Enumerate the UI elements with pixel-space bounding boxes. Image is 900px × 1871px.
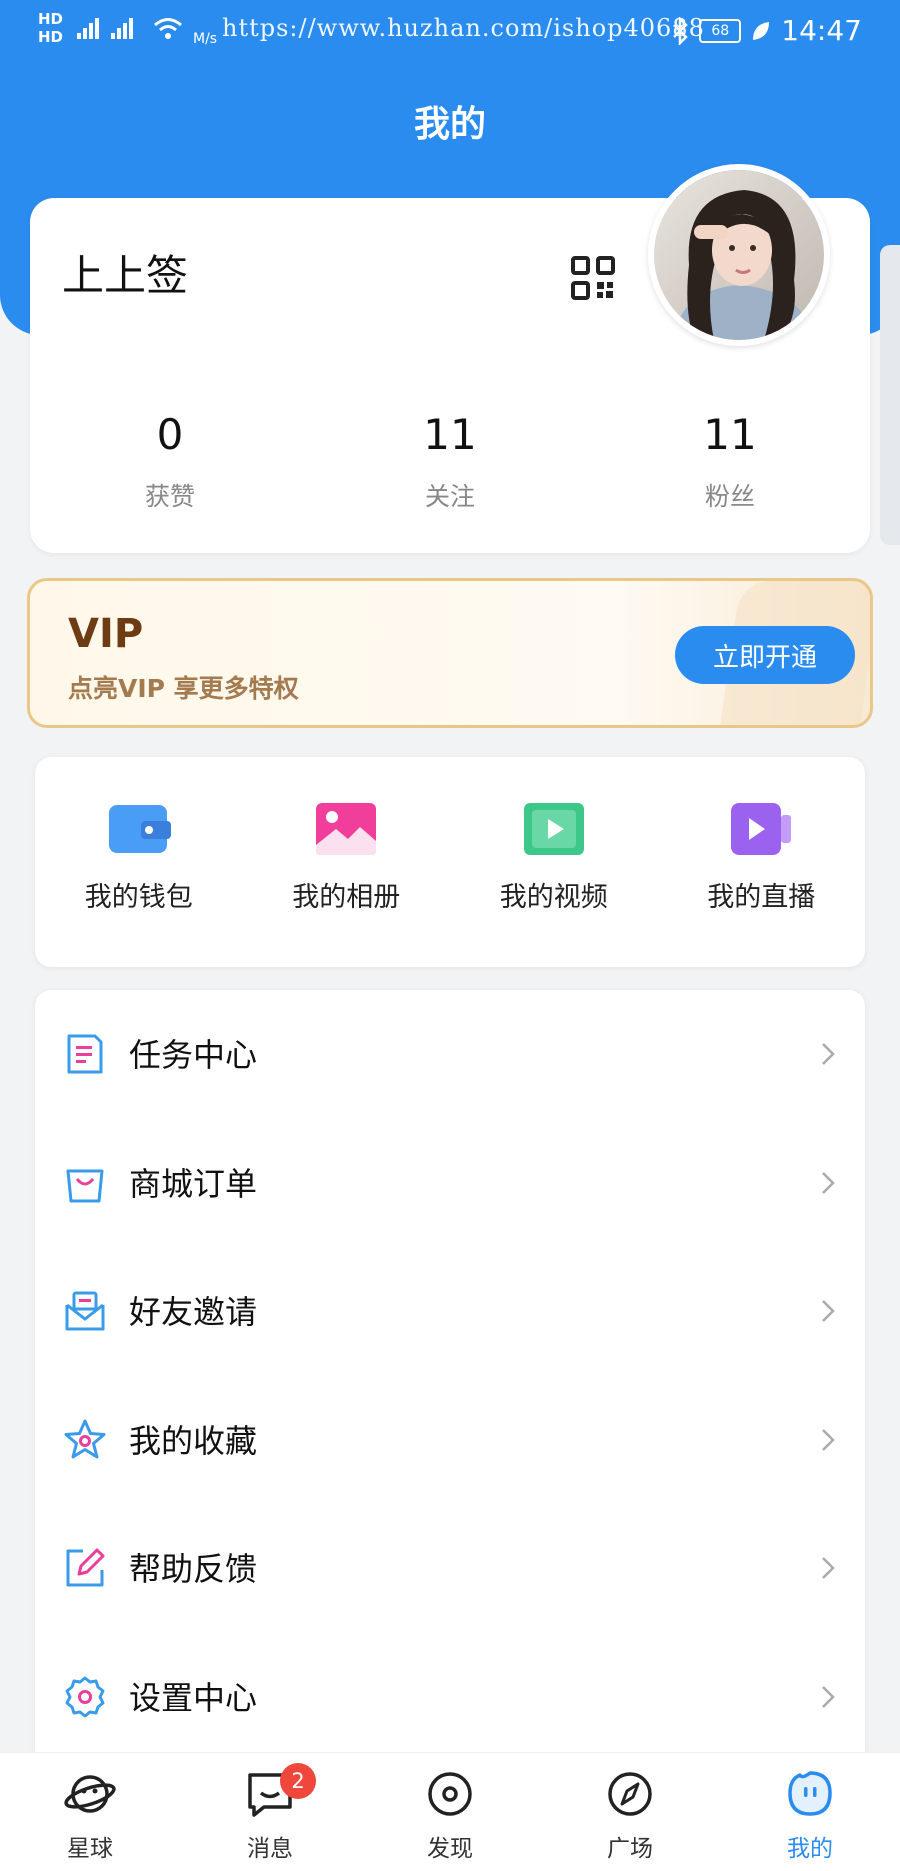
hd-indicator: HD HD (38, 10, 63, 46)
username[interactable]: 上上签 (62, 242, 188, 303)
edit-icon (66, 1548, 105, 1587)
gear-icon (65, 1676, 105, 1717)
menu-item-help-feedback[interactable]: 帮助反馈 (35, 1504, 865, 1633)
signal-icon (77, 18, 134, 39)
stat-likes[interactable]: 0 获赞 (30, 410, 310, 513)
vip-title: VIP (68, 611, 144, 657)
status-bar: HD HD M/s https://www.huzhan.com/ishop40… (0, 0, 900, 70)
status-right: 68 14:47 (671, 14, 862, 47)
wallet-icon (108, 805, 171, 853)
stat-value: 11 (703, 410, 757, 459)
stat-label: 获赞 (144, 482, 195, 511)
album-icon (316, 803, 377, 855)
quick-action-live[interactable]: 我的直播 (658, 757, 866, 967)
quick-actions: 我的钱包 我的相册 我的视频 我的直播 (35, 757, 865, 967)
menu-item-shop-orders[interactable]: 商城订单 (35, 1119, 865, 1248)
tab-label: 消息 (247, 1836, 293, 1862)
hd-bottom: HD (38, 28, 64, 46)
star-icon (64, 1419, 106, 1458)
tab-label: 我的 (787, 1836, 833, 1862)
battery-icon: 68 (699, 18, 742, 43)
bluetooth-icon (673, 16, 689, 45)
clock: 14:47 (781, 14, 862, 47)
stat-following[interactable]: 11 关注 (310, 410, 590, 513)
quick-action-video[interactable]: 我的视频 (450, 757, 658, 967)
tab-planet[interactable]: 星球 (0, 1753, 180, 1871)
side-panel-edge (880, 245, 900, 545)
live-icon (731, 803, 792, 855)
planet-icon (64, 1775, 116, 1813)
video-icon (523, 803, 584, 855)
status-left: HD HD M/s (38, 10, 217, 46)
tab-discover[interactable]: 发现 (360, 1753, 540, 1871)
chevron-right-icon (822, 1428, 835, 1451)
chevron-right-icon (822, 1171, 835, 1194)
chevron-right-icon (822, 1685, 835, 1708)
network-speed: M/s (193, 31, 218, 47)
profile-icon (788, 1771, 832, 1816)
menu-label: 帮助反馈 (129, 1550, 258, 1588)
quick-action-label: 我的直播 (707, 882, 816, 913)
page-title: 我的 (413, 104, 486, 145)
chevron-right-icon (822, 1300, 835, 1322)
chevron-right-icon (822, 1043, 835, 1065)
leaf-icon (753, 21, 770, 40)
menu-label: 任务中心 (129, 1036, 258, 1074)
chevron-right-icon (822, 1557, 835, 1579)
shopping-bag-icon (66, 1169, 104, 1202)
menu-label: 好友邀请 (129, 1293, 258, 1331)
quick-action-label: 我的视频 (499, 882, 608, 913)
menu-label: 设置中心 (129, 1678, 258, 1717)
menu-item-task-center[interactable]: 任务中心 (35, 990, 865, 1119)
stat-label: 关注 (424, 482, 475, 511)
stat-value: 11 (423, 410, 477, 459)
menu-list: 任务中心 商城订单 好友邀请 我的收藏 帮助反馈 设置中心 (35, 990, 865, 1765)
quick-action-label: 我的相册 (292, 882, 401, 913)
bottom-tab-bar: 星球 2 消息 发现 广场 我的 (0, 1752, 900, 1871)
quick-action-wallet[interactable]: 我的钱包 (35, 757, 243, 967)
profile-stats: 0 获赞 11 关注 11 粉丝 (30, 410, 870, 513)
tab-square[interactable]: 广场 (540, 1753, 720, 1871)
quick-action-label: 我的钱包 (84, 882, 193, 913)
vip-subtitle: 点亮VIP 享更多特权 (68, 674, 299, 703)
quick-action-album[interactable]: 我的相册 (243, 757, 451, 967)
message-badge: 2 (280, 1763, 316, 1799)
menu-label: 商城订单 (129, 1164, 258, 1203)
stat-followers[interactable]: 11 粉丝 (590, 410, 870, 513)
tab-label: 广场 (607, 1836, 653, 1862)
hd-top: HD (38, 10, 64, 28)
menu-item-favorites[interactable]: 我的收藏 (35, 1376, 865, 1505)
menu-label: 我的收藏 (129, 1421, 258, 1460)
tab-label: 星球 (67, 1836, 113, 1862)
avatar-photo (654, 170, 824, 340)
tab-label: 发现 (427, 1836, 473, 1862)
qr-code-icon[interactable] (571, 256, 615, 300)
tab-messages[interactable]: 2 消息 (180, 1753, 360, 1871)
discover-icon (428, 1772, 472, 1816)
watermark-url: https://www.huzhan.com/ishop40688 (222, 14, 705, 42)
profile-card: 上上签 0 获赞 11 关注 11 粉丝 (30, 164, 870, 553)
vip-activate-button[interactable]: 立即开通 (675, 626, 855, 684)
stat-label: 粉丝 (704, 482, 755, 511)
menu-item-friend-invite[interactable]: 好友邀请 (35, 1247, 865, 1376)
menu-item-settings[interactable]: 设置中心 (35, 1633, 865, 1762)
task-icon (67, 1034, 103, 1074)
invite-mail-icon (65, 1291, 105, 1331)
compass-icon (608, 1772, 652, 1816)
wifi-icon (154, 18, 182, 39)
vip-banner[interactable]: VIP 点亮VIP 享更多特权 立即开通 (27, 578, 873, 728)
avatar[interactable] (648, 164, 830, 346)
stat-value: 0 (156, 410, 184, 459)
tab-me[interactable]: 我的 (720, 1753, 900, 1871)
